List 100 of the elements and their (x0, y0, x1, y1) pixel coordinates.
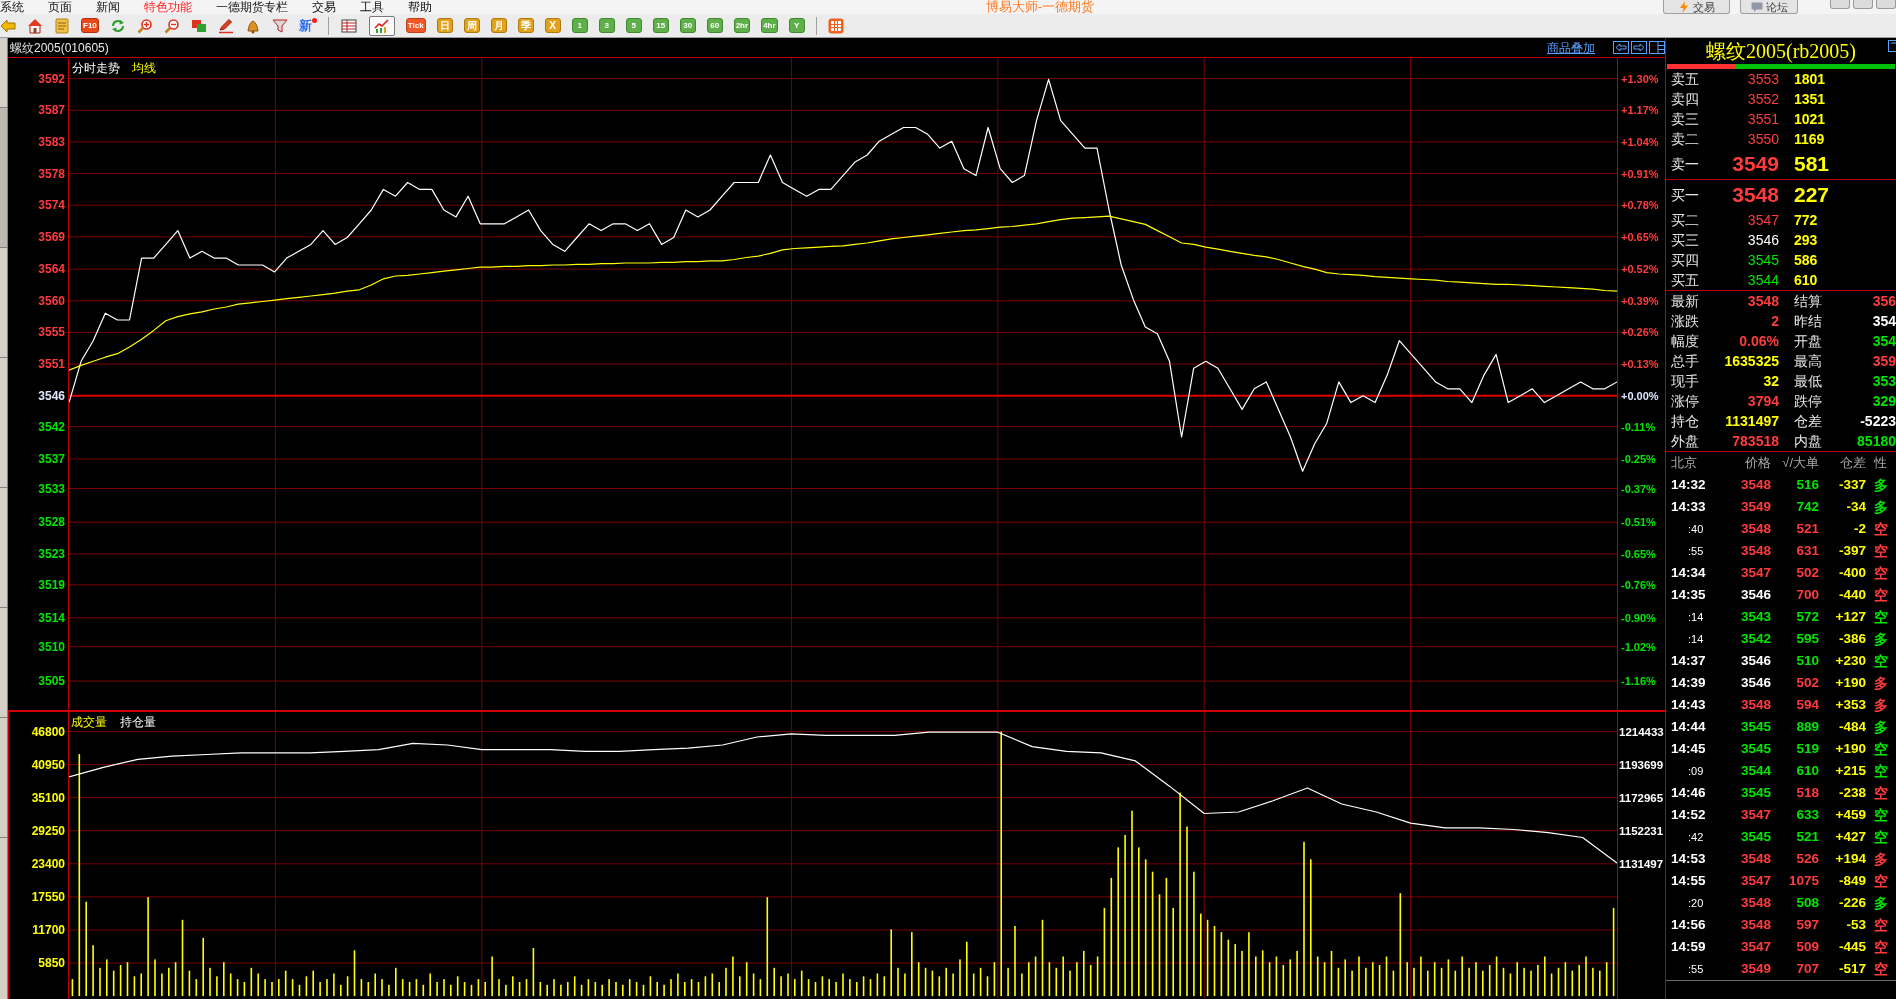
trade-time: :40 (1687, 522, 1705, 537)
legend-label: 持仓量 (120, 715, 156, 729)
zoom-out-icon[interactable] (163, 17, 180, 34)
volume-bar (642, 984, 645, 997)
left-arrow-icon[interactable] (1613, 41, 1629, 54)
period-button[interactable]: 30 (679, 18, 696, 33)
trade-time: 14:59 (1671, 939, 1707, 955)
panel-icon[interactable] (1888, 40, 1896, 52)
trade-time: :09 (1687, 764, 1705, 779)
volume-bar (1571, 970, 1574, 997)
overlay-link[interactable]: 商品叠加 (1547, 40, 1595, 55)
notepad-icon[interactable] (54, 17, 70, 34)
refresh-icon[interactable] (109, 17, 126, 34)
period-button[interactable]: 60 (706, 18, 723, 33)
stat-label: 仓差 (1794, 413, 1823, 429)
trade-oi-change: -517 (1837, 961, 1866, 977)
volume-bar (807, 979, 810, 997)
menu-item[interactable]: 系统 (0, 0, 24, 14)
volume-bar (1096, 956, 1099, 997)
trade-price: 3547 (1739, 939, 1771, 955)
trade-time: :55 (1687, 962, 1705, 977)
period-button[interactable]: X (544, 18, 561, 33)
menu-item[interactable]: 页面 (48, 0, 72, 14)
period-button[interactable]: 季 (517, 18, 534, 33)
arrow-icon[interactable] (0, 17, 16, 34)
axis-label: 3592 (38, 71, 65, 86)
trade-type: 空 (1874, 917, 1888, 933)
trade-time: 14:34 (1671, 565, 1707, 581)
volume-bar (1268, 962, 1271, 997)
stat-value: 356 (1871, 293, 1896, 309)
menu-item[interactable]: 交易 (312, 0, 336, 14)
trade-type: 多 (1874, 895, 1888, 911)
period-button[interactable]: Tick (405, 18, 426, 33)
volume-bar (360, 979, 363, 997)
trade-volume: 518 (1795, 785, 1819, 801)
trade-type: 空 (1874, 785, 1888, 801)
windows-icon[interactable] (190, 17, 207, 34)
volume-bar (876, 973, 879, 997)
menu-item[interactable]: 新闻 (96, 0, 120, 14)
book-price: 3546 (1746, 232, 1779, 248)
trade-oi-change: -34 (1845, 499, 1866, 515)
stat-value: 0.06% (1738, 333, 1779, 349)
trade-volume: 595 (1795, 631, 1819, 647)
period-button[interactable]: 周 (463, 18, 480, 33)
menu-item[interactable]: 工具 (360, 0, 384, 14)
menu-item[interactable]: 特色功能 (144, 0, 192, 14)
volume-bar (1220, 932, 1223, 997)
zoom-in-icon[interactable] (136, 17, 153, 34)
volume-bar (745, 962, 748, 997)
period-button[interactable]: 15 (652, 18, 669, 33)
trade-volume: 502 (1795, 675, 1819, 691)
period-button[interactable]: 2hr (733, 18, 751, 33)
stat-value: 3548 (1746, 293, 1779, 309)
book-label: 买二 (1671, 212, 1700, 228)
forum-button[interactable]: 论坛 (1740, 0, 1798, 14)
volume-bar (759, 979, 762, 997)
view-button[interactable] (368, 15, 395, 36)
axis-label: 3537 (38, 452, 65, 466)
volume-bar (1275, 956, 1278, 997)
axis-label: +0.52% (1621, 262, 1659, 277)
menu-item[interactable]: 一德期货专栏 (216, 0, 288, 14)
home-icon[interactable] (27, 17, 43, 34)
trade-time: :42 (1687, 830, 1705, 845)
menu-item[interactable]: 帮助 (408, 0, 432, 14)
trade-price: 3549 (1739, 499, 1771, 515)
pencil-icon[interactable] (217, 17, 234, 34)
trade-time: :14 (1687, 610, 1705, 625)
period-button[interactable]: 日 (436, 18, 453, 33)
trade-button[interactable]: 交易 (1663, 0, 1730, 14)
trade-time: 14:44 (1671, 719, 1707, 735)
volume-bar (628, 979, 631, 997)
trade-volume: 521 (1795, 829, 1819, 845)
grid-icon[interactable] (827, 17, 844, 34)
split-view-icon[interactable] (1649, 41, 1665, 54)
new-button[interactable]: 新 (298, 16, 317, 35)
volume-bar (862, 976, 865, 997)
volume-bar (1440, 967, 1443, 997)
period-button[interactable]: 4hr (761, 18, 778, 33)
book-volume: 1169 (1794, 131, 1825, 147)
trade-price: 3547 (1739, 565, 1771, 581)
trade-volume: 510 (1795, 653, 1819, 669)
period-button[interactable]: 月 (490, 18, 507, 33)
trade-oi-change: -386 (1837, 631, 1866, 647)
trade-oi-change: -397 (1837, 543, 1866, 559)
trade-oi-change: -440 (1837, 587, 1866, 603)
f10-button[interactable]: F10 (81, 18, 99, 33)
trade-oi-change: +215 (1834, 763, 1866, 779)
axis-label: 3551 (38, 357, 65, 372)
right-arrow-icon[interactable] (1631, 41, 1647, 54)
volume-bar (821, 976, 824, 997)
legend-label: 分时走势 (72, 61, 120, 75)
volume-bar (1337, 967, 1340, 997)
volume-bar (1605, 962, 1608, 997)
period-button[interactable]: Y (788, 18, 805, 33)
volume-bar (188, 970, 191, 997)
period-button[interactable]: 3 (598, 18, 615, 33)
period-button[interactable]: 1 (571, 18, 588, 33)
period-button[interactable]: 5 (625, 18, 642, 33)
filter-icon[interactable] (271, 17, 288, 34)
book-price: 3549 (1731, 151, 1779, 177)
